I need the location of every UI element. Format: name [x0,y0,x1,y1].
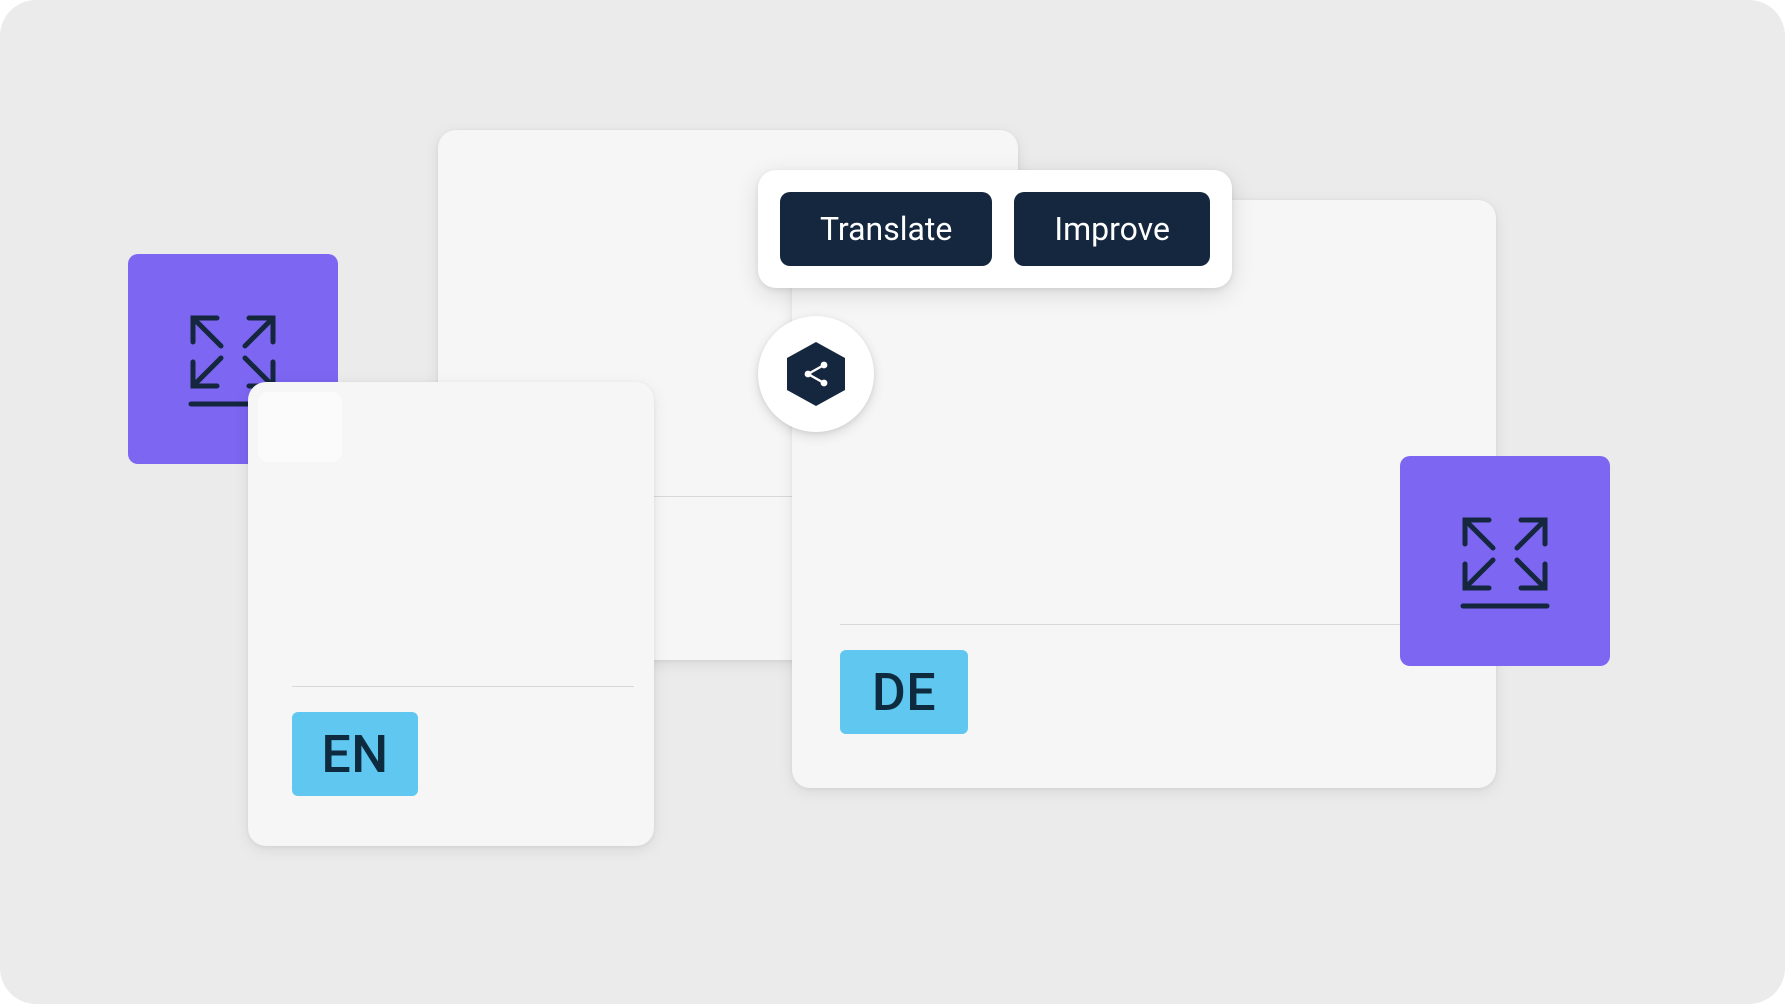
card-de: DE [792,200,1496,788]
improve-button[interactable]: Improve [1014,192,1210,266]
share-badge [758,316,874,432]
action-toolbar: Translate Improve [758,170,1232,288]
card-de-divider [840,624,1448,625]
lang-tag-en: EN [292,712,418,796]
share-icon [787,342,845,406]
lang-tag-de: DE [840,650,968,734]
translate-button[interactable]: Translate [780,192,992,266]
expand-box-right [1400,456,1610,666]
card-en-divider [292,686,634,687]
lang-tag-en-label: EN [321,724,388,785]
diagram-canvas: JA EN DE Translate Improve [0,0,1785,1004]
small-overlay-box [258,392,342,462]
expand-icon [1455,508,1555,614]
lang-tag-de-label: DE [872,662,936,723]
